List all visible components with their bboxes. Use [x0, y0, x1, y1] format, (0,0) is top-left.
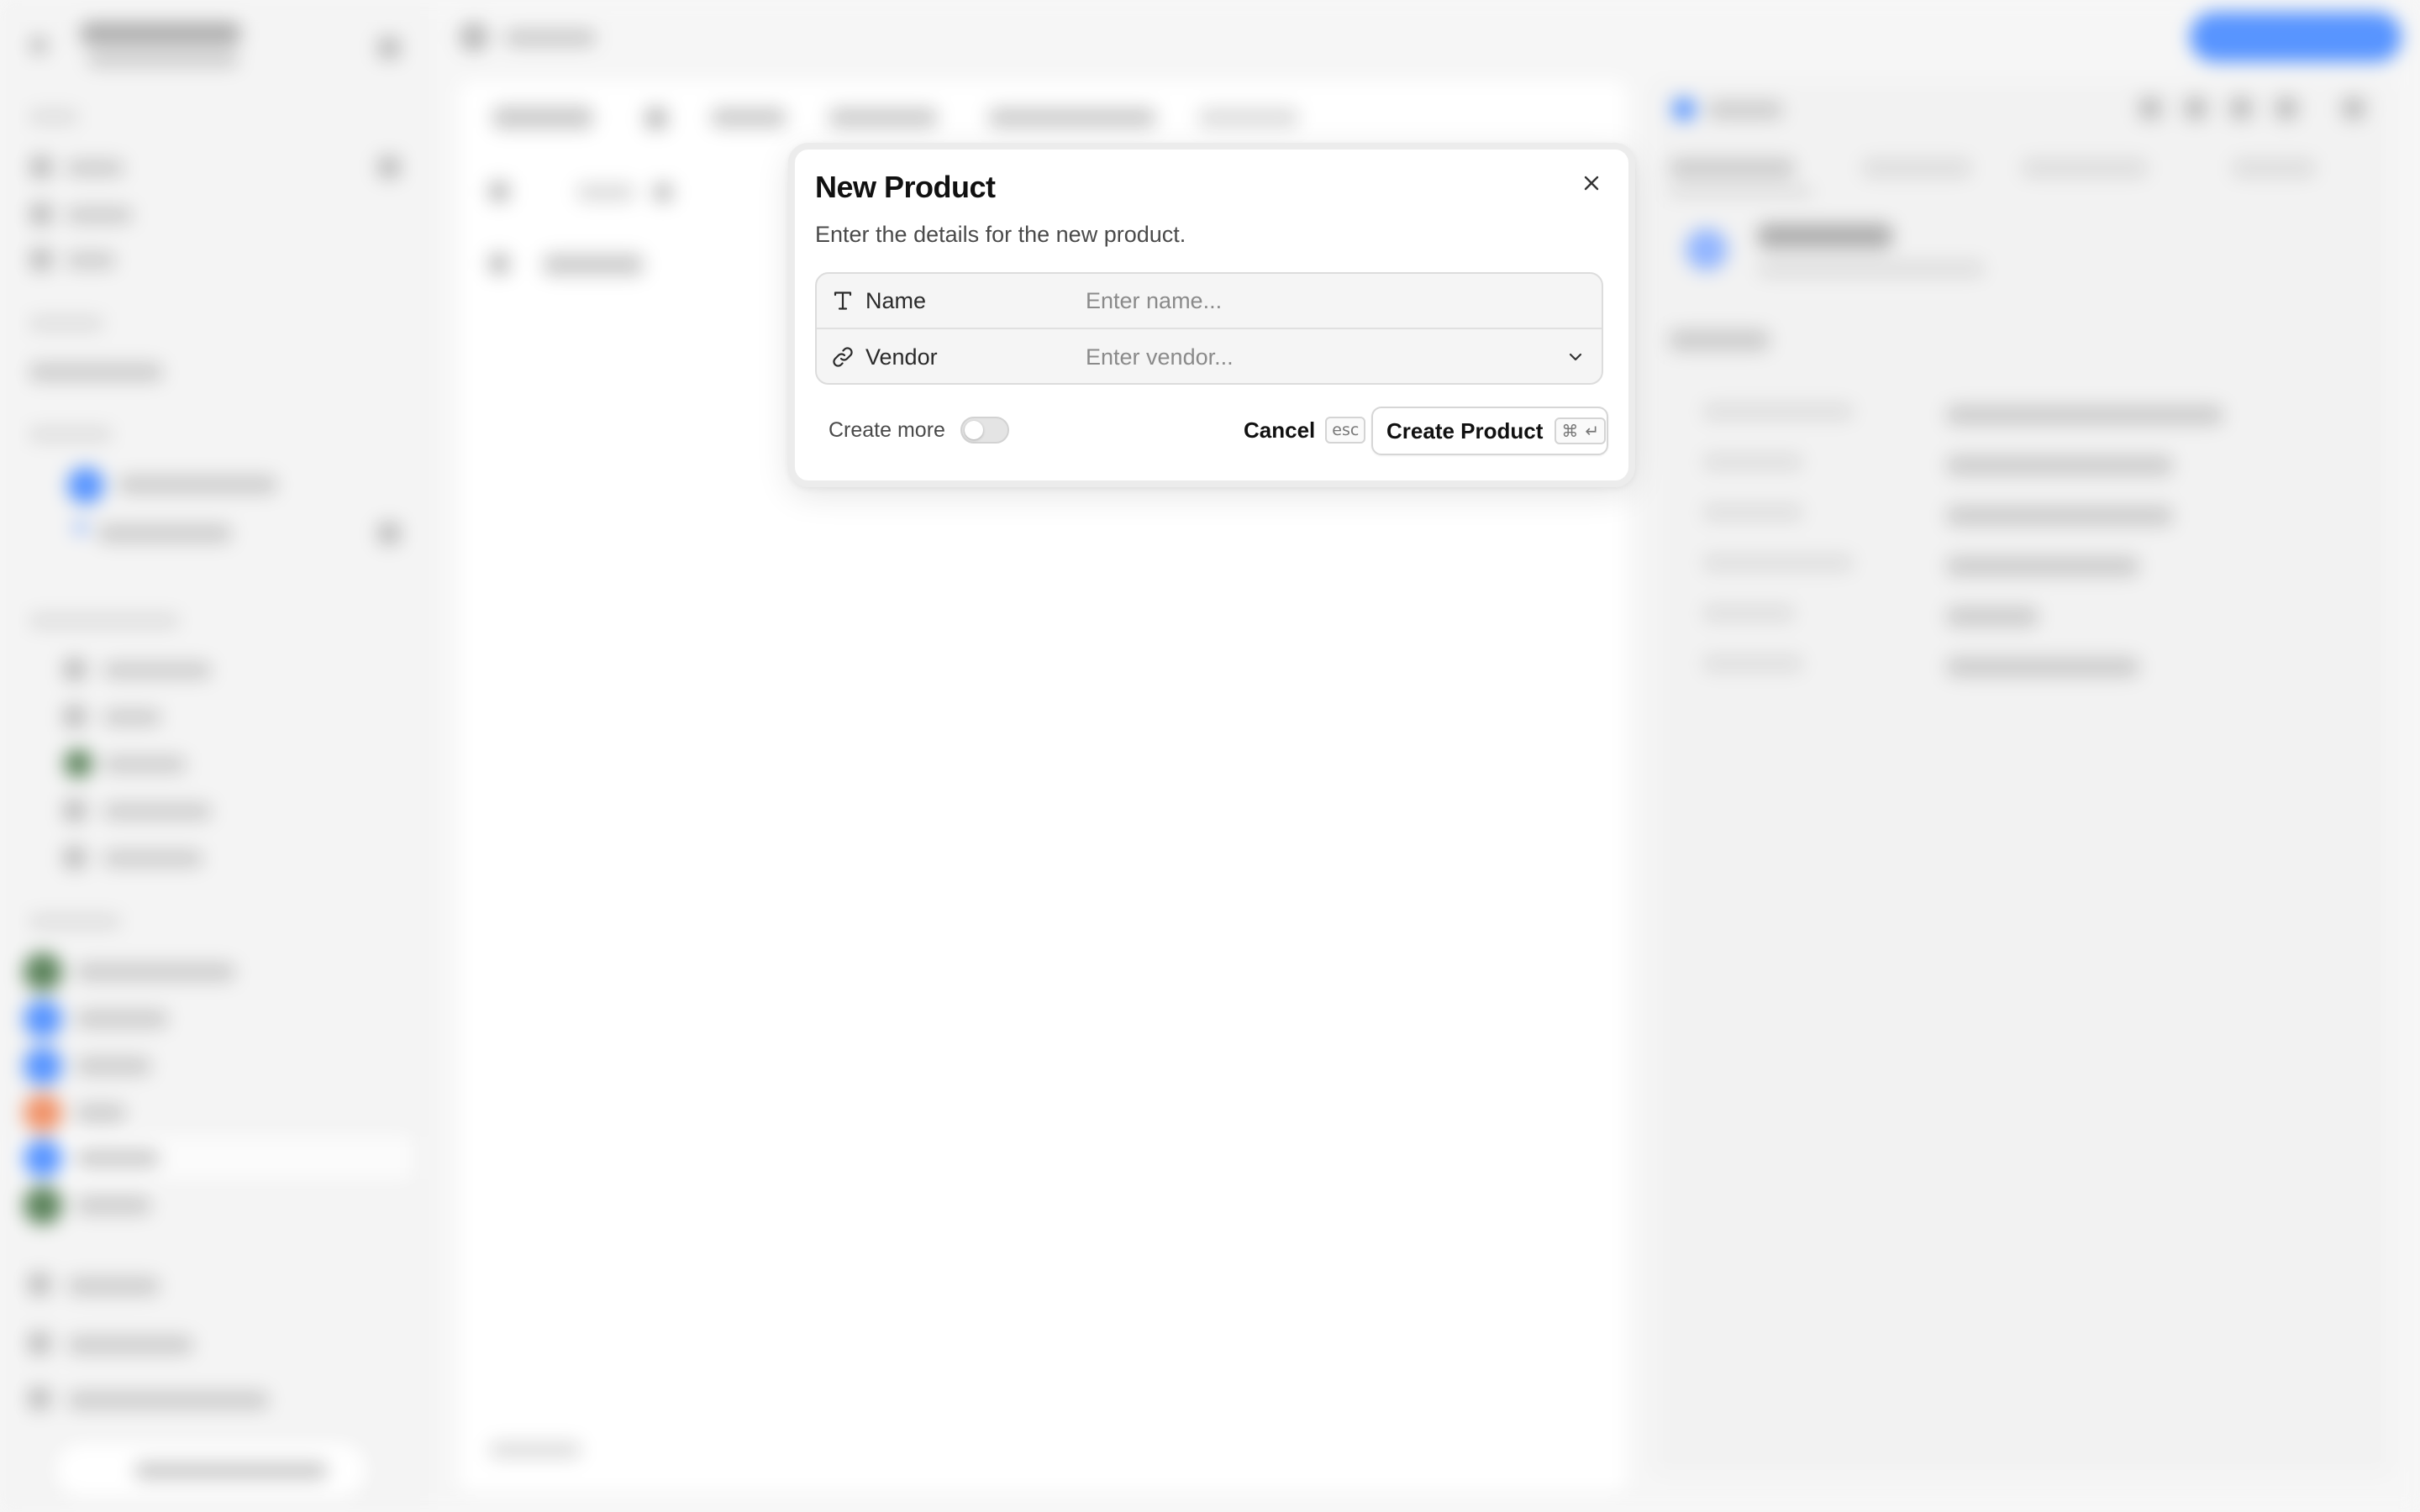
- product-form-fields: Name Vendor: [815, 272, 1603, 385]
- dialog-title: New Product: [815, 170, 996, 204]
- dialog-subtitle: Enter the details for the new product.: [815, 222, 1186, 247]
- text-type-icon: [830, 288, 855, 313]
- cancel-button[interactable]: Cancel esc: [1244, 407, 1366, 454]
- create-more-control: Create more: [829, 407, 1009, 454]
- vendor-field-row[interactable]: Vendor: [817, 329, 1602, 383]
- name-field-label: Name: [865, 287, 927, 313]
- vendor-field-label: Vendor: [865, 344, 938, 370]
- close-icon: [1581, 173, 1602, 197]
- command-key-icon: ⌘: [1561, 421, 1579, 441]
- submit-shortcut-badge: ⌘ ↵: [1555, 417, 1607, 444]
- dialog-footer: Create more Cancel esc Create Product ⌘ …: [815, 407, 1608, 455]
- toggle-knob: [964, 421, 983, 439]
- app-window: New Product Enter the details for the ne…: [0, 0, 2420, 1512]
- vendor-select-input[interactable]: [1086, 333, 1563, 381]
- name-field-row: Name: [817, 274, 1602, 329]
- create-more-toggle[interactable]: [960, 417, 1009, 444]
- cancel-label: Cancel: [1244, 417, 1316, 443]
- new-product-dialog: New Product Enter the details for the ne…: [788, 143, 1635, 487]
- chevron-down-icon[interactable]: [1563, 344, 1588, 370]
- close-button[interactable]: [1575, 168, 1608, 202]
- create-more-label: Create more: [829, 417, 945, 442]
- link-icon: [830, 344, 855, 370]
- create-product-button[interactable]: Create Product ⌘ ↵: [1371, 407, 1608, 455]
- create-product-label: Create Product: [1386, 417, 1544, 444]
- esc-shortcut-badge: esc: [1325, 417, 1366, 444]
- return-key-icon: ↵: [1585, 421, 1600, 441]
- name-input[interactable]: [1086, 277, 1602, 324]
